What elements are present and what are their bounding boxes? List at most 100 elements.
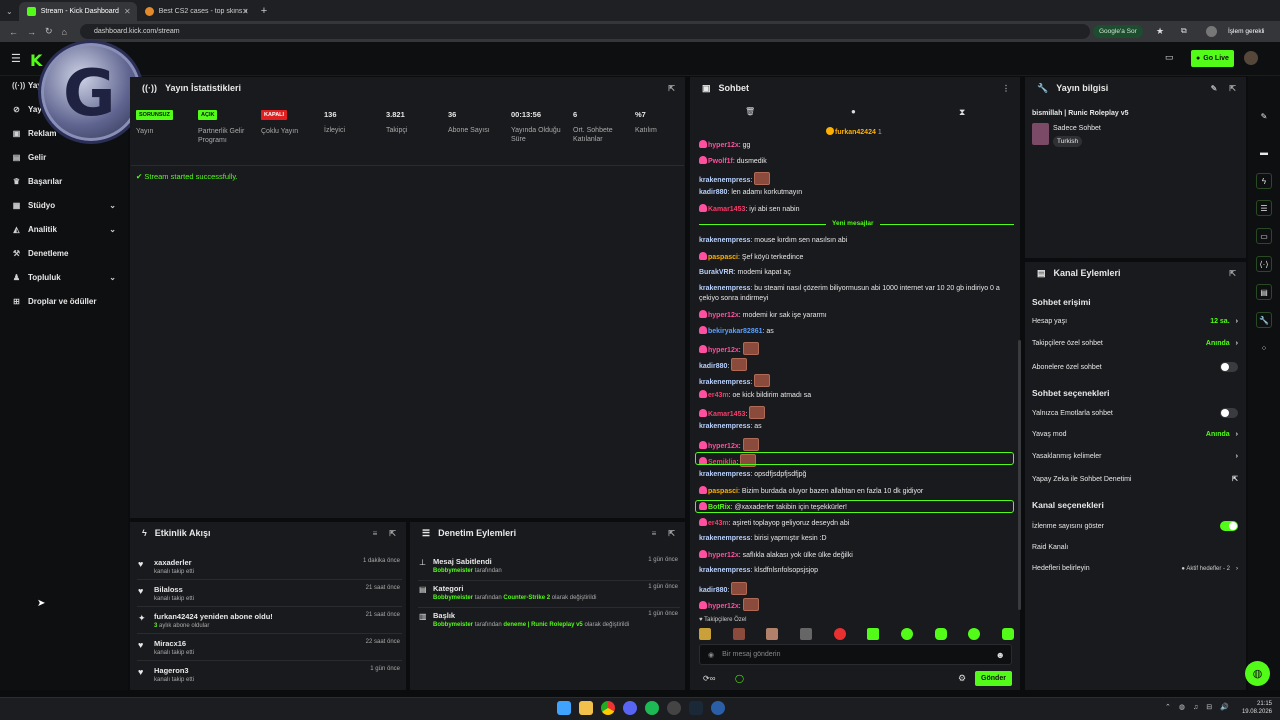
- chat-message[interactable]: hyper12x:: [699, 438, 1014, 452]
- chat-message[interactable]: paspasci: Şef köyü terkedince: [699, 252, 1014, 263]
- show-viewers-setting[interactable]: İzlenme sayısını göster: [1032, 521, 1238, 531]
- emote-icon[interactable]: [1001, 628, 1014, 640]
- steam-icon[interactable]: [689, 701, 703, 715]
- app-icon[interactable]: [711, 701, 725, 715]
- chat-message[interactable]: krakenempress:: [699, 172, 1014, 186]
- pinned-user[interactable]: furkan42424 1: [826, 127, 882, 136]
- obs-icon[interactable]: [667, 701, 681, 715]
- chat-username[interactable]: hyper12x: [708, 312, 739, 319]
- chat-message[interactable]: krakenempress:: [699, 374, 1014, 388]
- chat-username[interactable]: er43m: [708, 520, 729, 527]
- emote-icon[interactable]: [867, 628, 880, 640]
- clock[interactable]: 21:15 19.08.2026: [1240, 700, 1272, 716]
- settings-gear-icon[interactable]: ⚙: [958, 673, 966, 684]
- chat-message[interactable]: Kamar1453: iyi abi sen nabin: [699, 204, 1014, 215]
- raid-setting[interactable]: Raid Kanalı: [1032, 544, 1238, 551]
- sidebar-item-achievements[interactable]: ♛ Başarılar: [12, 177, 120, 186]
- chat-username[interactable]: krakenempress: [699, 237, 750, 244]
- filter-icon[interactable]: ≡: [373, 529, 378, 538]
- chat-username[interactable]: BurakVRR: [699, 269, 734, 276]
- chat-username[interactable]: Kamar1453: [708, 206, 745, 213]
- rail-bolt-icon[interactable]: ϟ: [1256, 173, 1272, 189]
- forward-icon[interactable]: →: [27, 27, 36, 37]
- close-tab-icon[interactable]: ✕: [124, 7, 131, 16]
- discord-icon[interactable]: [623, 701, 637, 715]
- scrollbar[interactable]: [1018, 340, 1021, 610]
- category-thumbnail[interactable]: [1032, 123, 1049, 145]
- chat-message[interactable]: bekiryakar82861: as: [699, 326, 1014, 337]
- chat-tools-icon[interactable]: ⟳∞: [703, 674, 715, 683]
- popout-icon[interactable]: ⇱: [668, 84, 675, 93]
- chat-message[interactable]: hyper12x:: [699, 342, 1014, 356]
- emote-icon[interactable]: [934, 628, 947, 640]
- menu-icon[interactable]: ☰: [11, 52, 21, 65]
- tab-kick-dashboard[interactable]: Stream - Kick Dashboard ✕: [18, 2, 137, 21]
- profile-action-button[interactable]: İşlem gerekli: [1222, 25, 1270, 38]
- chat-username[interactable]: krakenempress: [699, 379, 750, 386]
- chat-message[interactable]: BurakVRR: modemi kapat aç: [699, 268, 1014, 278]
- chat-message[interactable]: er43m: oe kick bildirim atmadı sa: [699, 390, 1014, 401]
- show-viewers-toggle[interactable]: [1220, 521, 1238, 531]
- emote-icon[interactable]: [968, 628, 981, 640]
- sidebar-item-moderation[interactable]: ⚒ Denetleme: [12, 249, 120, 258]
- chat-message[interactable]: krakenempress: klsdfnlsnfolsopsjsjop: [699, 566, 1014, 576]
- windows-start-icon[interactable]: [557, 701, 571, 715]
- emote-only-toggle[interactable]: [1220, 408, 1238, 418]
- category-name[interactable]: Sadece Sohbet: [1053, 125, 1101, 132]
- banned-words-setting[interactable]: Yasaklanmış kelimeler ›: [1032, 453, 1238, 460]
- send-button[interactable]: Gönder: [975, 671, 1012, 686]
- chat-username[interactable]: hyper12x: [708, 347, 739, 354]
- emote-icon[interactable]: [766, 628, 779, 640]
- language-tag[interactable]: Turkish: [1053, 136, 1083, 147]
- emote-icon[interactable]: [699, 628, 711, 640]
- bookmark-star-icon[interactable]: ★: [1156, 26, 1164, 37]
- chat-message[interactable]: paspasci: Bizim burdada oluyor bazen all…: [699, 486, 1014, 497]
- studio-icon[interactable]: ▭: [1165, 52, 1174, 63]
- home-icon[interactable]: ⌂: [62, 27, 67, 37]
- popout-icon[interactable]: ⇱: [668, 529, 675, 538]
- emote-icon[interactable]: [833, 628, 846, 640]
- chat-username[interactable]: paspasci: [708, 488, 738, 495]
- chat-username[interactable]: kadir880: [699, 189, 727, 196]
- chat-username[interactable]: bekiryakar82861: [708, 328, 763, 335]
- chat-message[interactable]: Kamar1453:: [699, 406, 1014, 420]
- goals-setting[interactable]: Hedefleri belirleyin ● Aktif hedefler - 2…: [1032, 565, 1238, 572]
- rail-chat-icon[interactable]: ▭: [1256, 228, 1272, 244]
- go-live-button[interactable]: ● Go Live: [1191, 50, 1234, 67]
- green-status-icon[interactable]: ◯: [735, 674, 744, 683]
- close-tab-icon[interactable]: ✕: [242, 7, 249, 16]
- chat-username[interactable]: hyper12x: [708, 552, 739, 559]
- chat-message[interactable]: kadir880: len adamı korkutmayın: [699, 188, 1014, 198]
- hourglass-icon[interactable]: ⧗: [959, 107, 965, 118]
- google-ask-button[interactable]: Google'a Sor: [1093, 25, 1143, 38]
- support-chat-button[interactable]: ◍: [1245, 661, 1270, 686]
- account-age-setting[interactable]: Hesap yaşı 12 sa. ›: [1032, 318, 1238, 325]
- rail-edit-icon[interactable]: ✎: [1256, 108, 1272, 124]
- chat-message[interactable]: krakenempress: as: [699, 422, 1014, 432]
- sidebar-item-analytics[interactable]: ◭ Analitik ⌄: [12, 225, 120, 234]
- rail-wrench-icon[interactable]: 🔧: [1256, 312, 1272, 328]
- sidebar-item-studio[interactable]: ▦ Stüdyo ⌄: [12, 201, 120, 210]
- file-explorer-icon[interactable]: [579, 701, 593, 715]
- chat-message[interactable]: krakenempress: birisi yapmıştır kesin :D: [699, 534, 1014, 544]
- chat-username[interactable]: paspasci: [708, 254, 738, 261]
- chat-message[interactable]: krakenempress: mouse kırdım sen nasılsın…: [699, 236, 1014, 246]
- reload-icon[interactable]: ↻: [45, 26, 53, 37]
- chat-username[interactable]: hyper12x: [708, 603, 739, 610]
- chat-username[interactable]: kadir880: [699, 363, 727, 370]
- chat-username[interactable]: Pwolf1f: [708, 158, 733, 165]
- rail-info-icon[interactable]: ▤: [1256, 284, 1272, 300]
- kick-logo-icon[interactable]: K: [30, 51, 42, 70]
- chat-username[interactable]: krakenempress: [699, 535, 750, 542]
- chat-username[interactable]: er43m: [708, 392, 729, 399]
- url-input[interactable]: dashboard.kick.com/stream: [80, 24, 1090, 39]
- back-icon[interactable]: ←: [9, 27, 18, 37]
- chat-username[interactable]: hyper12x: [708, 443, 739, 450]
- emote-only-setting[interactable]: Yalnızca Emotlarla sohbet: [1032, 408, 1238, 418]
- sidebar-item-revenue[interactable]: ▤ Gelir: [12, 153, 120, 162]
- popout-icon[interactable]: ⇱: [1229, 269, 1236, 278]
- chat-message[interactable]: kadir880:: [699, 358, 1014, 372]
- chat-message[interactable]: kadir880:: [699, 582, 1014, 596]
- filter-icon[interactable]: ≡: [652, 529, 657, 538]
- rail-grid-icon[interactable]: ⁘: [1256, 340, 1272, 356]
